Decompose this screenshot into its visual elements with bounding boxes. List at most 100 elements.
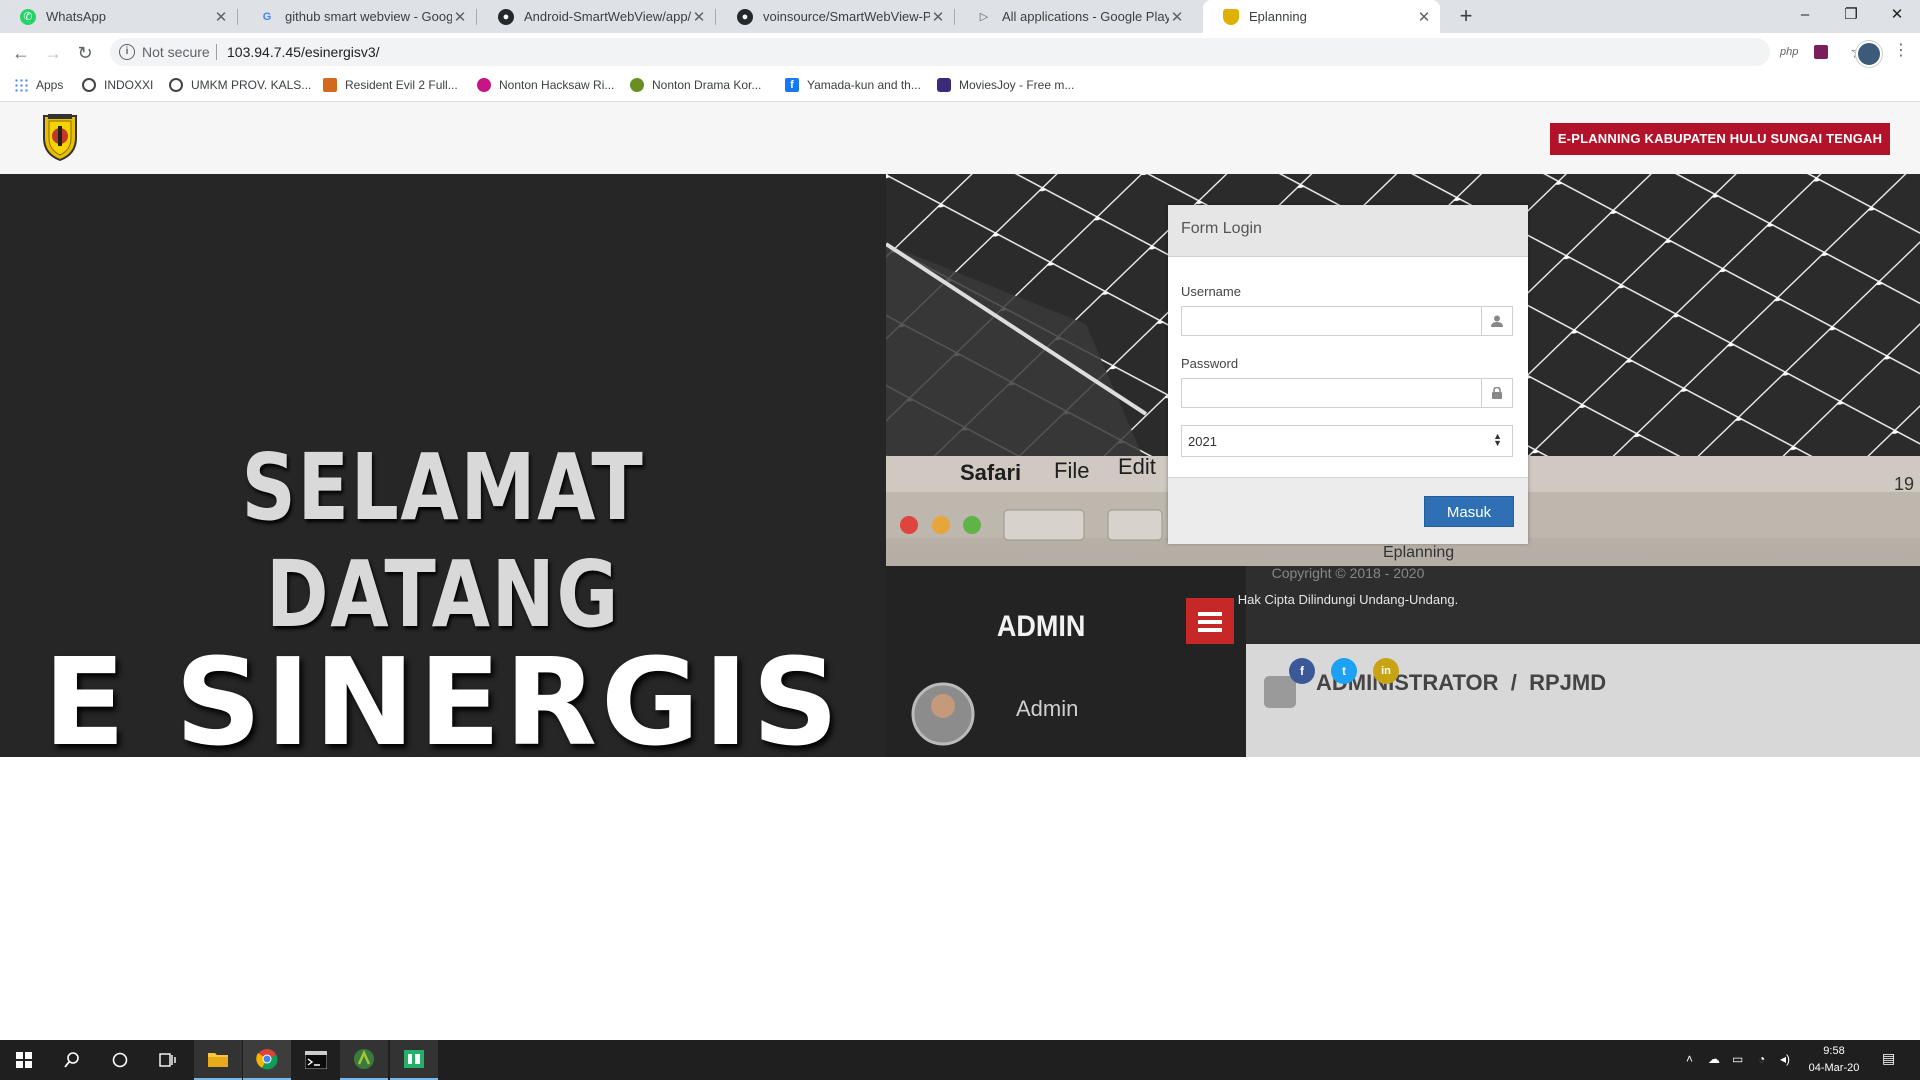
tab-divider: [954, 9, 955, 25]
tab-divider: [237, 9, 238, 25]
start-button[interactable]: [0, 1040, 48, 1080]
linkedin-icon[interactable]: in: [1373, 658, 1399, 684]
tab-title: github smart webview - Google S: [285, 9, 452, 24]
welcome-heading: SELAMAT DATANG: [241, 434, 645, 648]
site-icon: [630, 78, 644, 92]
eplanning-shield-icon: [1223, 8, 1239, 25]
site-icon: [477, 78, 491, 92]
tab-title: voinsource/SmartWebView-Pro:: [763, 9, 930, 24]
wifi-icon[interactable]: ◔: [1758, 1052, 1765, 1066]
tab-google-play[interactable]: ▷ All applications - Google Play Co ✕: [956, 0, 1193, 33]
clock-time: 9:58: [1823, 1045, 1845, 1057]
minimize-button[interactable]: –: [1782, 0, 1828, 33]
close-icon[interactable]: ✕: [691, 8, 707, 26]
bookmark-label: Resident Evil 2 Full...: [345, 78, 458, 92]
login-form: Form Login Username Password 2021 ▲ ▼ Mas…: [1168, 205, 1528, 544]
tab-eplanning[interactable]: Eplanning ✕: [1203, 0, 1440, 33]
tab-divider: [476, 9, 477, 25]
lock-icon: [1481, 379, 1512, 407]
regency-emblem-logo[interactable]: [40, 112, 80, 162]
site-icon: [323, 78, 337, 92]
forward-button[interactable]: →: [40, 40, 66, 66]
close-window-button[interactable]: ✕: [1874, 0, 1920, 33]
notification-icon[interactable]: ▤: [1882, 1050, 1895, 1067]
close-icon[interactable]: ✕: [930, 8, 946, 26]
browser-toolbar: ← → ↻ i Not secure 103.94.7.45/esinergis…: [0, 33, 1920, 72]
apps-grid-icon: [14, 78, 28, 92]
bookmark-apps[interactable]: Apps: [14, 78, 63, 92]
task-view-icon[interactable]: [144, 1040, 192, 1080]
globe-icon: [82, 78, 96, 92]
android-studio-icon[interactable]: [340, 1040, 388, 1080]
tab-strip: ✆ WhatsApp ✕ G github smart webview - Go…: [0, 0, 1920, 33]
bookmark-umkm[interactable]: UMKM PROV. KALS...: [169, 78, 311, 92]
app-name-heading: E SINERGIS: [43, 634, 843, 757]
url-text[interactable]: 103.94.7.45/esinergisv3/: [227, 44, 380, 60]
hero-welcome-panel: SELAMAT DATANG E SINERGIS: [0, 174, 886, 757]
bookmark-label: Apps: [36, 78, 64, 92]
bookmark-label: INDOXXI: [104, 78, 154, 92]
rights-text: Hak Cipta Dilindungi Undang-Undang.: [1237, 592, 1459, 607]
bookmark-drama-korea[interactable]: Nonton Drama Kor...: [630, 78, 761, 92]
menu-dots-icon[interactable]: ⋮: [1893, 42, 1909, 60]
close-icon[interactable]: ✕: [213, 8, 229, 26]
back-button[interactable]: ←: [8, 40, 34, 66]
tab-github-1[interactable]: ● Android-SmartWebView/app/src ✕: [478, 0, 715, 33]
file-explorer-icon[interactable]: [194, 1040, 242, 1080]
twitter-icon[interactable]: t: [1331, 658, 1357, 684]
app-icon[interactable]: [390, 1040, 438, 1080]
terminal-icon[interactable]: [292, 1040, 340, 1080]
tab-github-2[interactable]: ● voinsource/SmartWebView-Pro: ✕: [717, 0, 954, 33]
close-icon[interactable]: ✕: [1169, 8, 1185, 26]
volume-icon[interactable]: ◂): [1780, 1052, 1790, 1066]
windows-taskbar: ˄ ☁ ▭ ◔ ◂) 9:58 04-Mar-20 ▤: [0, 1040, 1920, 1080]
bookmark-label: UMKM PROV. KALS...: [191, 78, 312, 92]
chevron-up-icon[interactable]: ˄: [1686, 1052, 1693, 1066]
tab-title: WhatsApp: [46, 9, 106, 24]
reload-button[interactable]: ↻: [72, 40, 98, 66]
close-icon[interactable]: ✕: [1416, 8, 1432, 26]
close-icon[interactable]: ✕: [452, 8, 468, 26]
login-submit-button[interactable]: Masuk: [1424, 496, 1514, 527]
photo-eplanning-text: Eplanning: [1383, 544, 1455, 561]
bookmark-label: Nonton Drama Kor...: [652, 78, 762, 92]
bookmark-resident-evil[interactable]: Resident Evil 2 Full...: [323, 78, 458, 92]
chrome-icon[interactable]: [243, 1040, 291, 1080]
new-tab-button[interactable]: +: [1454, 4, 1478, 28]
bookmark-moviesjoy[interactable]: MoviesJoy - Free m...: [937, 78, 1074, 92]
photo-admin-user: Admin: [1016, 696, 1079, 721]
profile-avatar[interactable]: [1856, 41, 1882, 67]
password-field[interactable]: [1181, 378, 1513, 408]
battery-icon[interactable]: ▭: [1732, 1052, 1743, 1066]
bookmark-label: Nonton Hacksaw Ri...: [499, 78, 615, 92]
photo-edit-text: Edit: [1118, 454, 1156, 479]
bookmark-hacksaw[interactable]: Nonton Hacksaw Ri...: [477, 78, 614, 92]
info-icon[interactable]: i: [119, 44, 135, 60]
search-icon[interactable]: [48, 1040, 96, 1080]
address-bar[interactable]: i Not secure 103.94.7.45/esinergisv3/ ☆: [110, 38, 1866, 66]
bookmark-yamada[interactable]: f Yamada-kun and th...: [785, 78, 921, 92]
cortana-icon[interactable]: [96, 1040, 144, 1080]
tab-whatsapp[interactable]: ✆ WhatsApp ✕: [0, 0, 237, 33]
photo-file-text: File: [1054, 458, 1090, 483]
facebook-icon: f: [785, 78, 799, 92]
bookmark-label: MoviesJoy - Free m...: [959, 78, 1075, 92]
tab-title: Eplanning: [1249, 9, 1307, 24]
clock-date: 04-Mar-20: [1808, 1062, 1860, 1074]
system-clock[interactable]: 9:58 04-Mar-20: [1804, 1043, 1864, 1077]
year-select[interactable]: 2021 ▲ ▼: [1181, 425, 1513, 457]
tab-google-search[interactable]: G github smart webview - Google S ✕: [239, 0, 476, 33]
cloud-icon[interactable]: ☁: [1708, 1052, 1720, 1066]
facebook-icon[interactable]: f: [1289, 658, 1315, 684]
username-field[interactable]: [1181, 306, 1513, 336]
tab-title: Android-SmartWebView/app/src: [524, 9, 691, 24]
tab-title: All applications - Google Play Co: [1002, 9, 1169, 24]
bookmark-indoxxi[interactable]: INDOXXI: [82, 78, 153, 92]
extension-icon[interactable]: [1814, 45, 1828, 59]
github-icon: ●: [737, 8, 753, 25]
photo-corner-text: 19: [1894, 474, 1915, 494]
photo-admin-header: ADMIN: [996, 610, 1086, 643]
restore-button[interactable]: ❐: [1828, 0, 1874, 33]
php-extension-icon[interactable]: php: [1780, 46, 1798, 58]
brand-button[interactable]: E-PLANNING KABUPATEN HULU SUNGAI TENGAH: [1550, 123, 1890, 155]
